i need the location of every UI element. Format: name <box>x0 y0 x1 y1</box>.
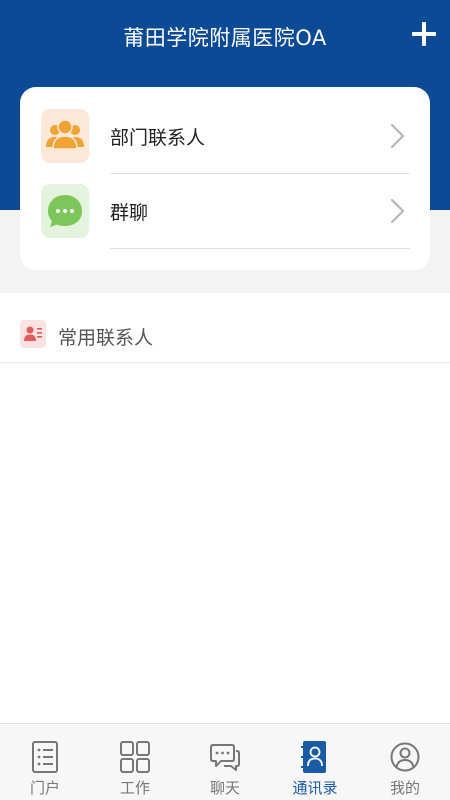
contact-card-icon <box>20 320 46 348</box>
chevron-right-icon <box>390 198 405 224</box>
tab-chat[interactable]: 聊天 <box>180 724 270 800</box>
frequent-contacts-section: 常用联系人 <box>0 293 450 723</box>
tab-contacts[interactable]: 通讯录 <box>270 724 360 800</box>
contacts-book-icon <box>301 741 326 773</box>
row-divider <box>110 248 410 249</box>
tab-profile[interactable]: 我的 <box>360 724 450 800</box>
group-chat-row[interactable]: 群聊 <box>20 174 430 249</box>
page-title: 莆田学院附属医院OA <box>123 26 327 50</box>
group-chat-label: 群聊 <box>110 202 149 224</box>
department-contacts-icon <box>41 109 89 163</box>
portal-icon <box>32 741 58 773</box>
group-chat-icon <box>41 184 89 238</box>
chevron-right-icon <box>390 123 405 149</box>
tab-work[interactable]: 工作 <box>90 724 180 800</box>
frequent-contacts-label: 常用联系人 <box>58 327 154 349</box>
add-button[interactable] <box>410 20 438 48</box>
tab-contacts-label: 通讯录 <box>292 779 338 797</box>
department-contacts-row[interactable]: 部门联系人 <box>20 99 430 174</box>
chat-icon <box>210 744 240 771</box>
tab-work-label: 工作 <box>119 779 150 797</box>
tab-portal[interactable]: 门户 <box>0 724 90 800</box>
work-grid-icon <box>120 741 150 773</box>
tab-profile-label: 我的 <box>389 779 420 797</box>
frequent-contacts-header[interactable]: 常用联系人 <box>0 293 450 363</box>
bottom-tab-bar: 门户 工作 聊天 通讯录 我的 <box>0 723 450 800</box>
tab-chat-label: 聊天 <box>209 779 240 797</box>
department-contacts-label: 部门联系人 <box>110 127 206 149</box>
tab-portal-label: 门户 <box>29 779 60 797</box>
profile-icon <box>390 742 420 772</box>
contacts-menu-card: 部门联系人 群聊 <box>20 87 430 270</box>
